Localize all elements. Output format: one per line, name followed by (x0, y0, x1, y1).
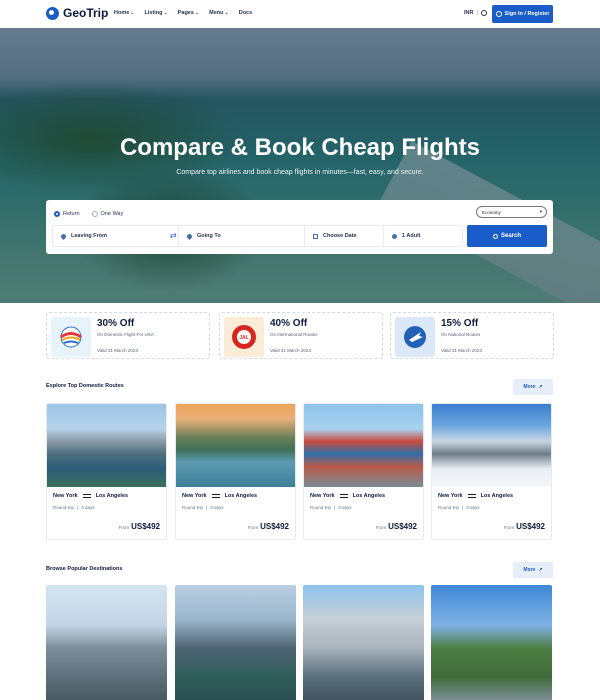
trip-oneway-radio[interactable]: One Way (91, 211, 123, 217)
cabin-class-select[interactable]: Economy ▾ (476, 206, 547, 218)
location-pin-icon (185, 232, 194, 240)
plane-globe-logo-icon (51, 317, 91, 357)
canal-town-image (176, 404, 295, 487)
globe-icon (481, 10, 488, 16)
main-menu: Home ⌄ Listing ⌄ Pages ⌄ Menu ⌄ Docs (114, 10, 252, 16)
route-arrow-icon (211, 494, 220, 498)
signin-button[interactable]: Sign In / Register (492, 5, 553, 23)
destination-city-image[interactable] (46, 585, 167, 700)
trip-type: Return One Way (54, 211, 123, 217)
route-card[interactable]: New York Los Angeles Round-trip | 3 days Fr… (175, 403, 296, 540)
logo-text: GeoTrip (63, 6, 109, 20)
offer-title: 40% Off (270, 318, 308, 329)
snowy-mountain-image (432, 404, 551, 487)
travellers-field[interactable]: 1 Adult (383, 225, 463, 247)
menu-listing[interactable]: Listing ⌄ (144, 10, 167, 16)
swap-icon[interactable]: ⇄ (170, 231, 177, 240)
hero-subtitle: Compare top airlines and book cheap flig… (176, 169, 424, 176)
person-icon (392, 233, 397, 239)
chevron-down-icon: ⌄ (224, 10, 229, 16)
routes-section-title: Explore Top Domestic Routes (46, 383, 124, 389)
route-card[interactable]: New York Los Angeles Round-trip | 3 days Fr… (431, 403, 552, 540)
menu-pages[interactable]: Pages ⌄ (178, 10, 199, 16)
offer-card[interactable]: JAL 40% Off On International Routes Vali… (219, 312, 383, 359)
logo[interactable]: GeoTrip (46, 6, 108, 20)
offer-desc: On Domestic Flight For USA (97, 332, 154, 337)
offer-card[interactable]: 15% Off On National Routes Valid 31 Marc… (390, 312, 554, 359)
menu-docs[interactable]: Docs (239, 10, 252, 16)
trend-arrow-icon: ↗ (538, 567, 543, 573)
chevron-down-icon: ▾ (539, 209, 542, 214)
offer-card[interactable]: 30% Off On Domestic Flight For USA Valid… (46, 312, 210, 359)
airline-logo-icon (395, 317, 435, 357)
offer-valid: Valid 31 March 2023 (441, 348, 482, 353)
offer-valid: Valid 31 March 2023 (270, 348, 311, 353)
offer-desc: On National Routes (441, 332, 481, 337)
search-icon (492, 233, 498, 239)
route-arrow-icon (82, 494, 91, 498)
chevron-down-icon: ⌄ (163, 10, 168, 16)
menu-home[interactable]: Home ⌄ (114, 10, 134, 16)
hero: Compare & Book Cheap Flights Compare top… (0, 28, 600, 303)
destination-skyscrapers-image[interactable] (303, 585, 424, 700)
top-nav: GeoTrip Home ⌄ Listing ⌄ Pages ⌄ Menu ⌄ Docs… (0, 0, 600, 28)
svg-text:JAL: JAL (239, 335, 248, 341)
radio-icon (91, 211, 98, 217)
jal-logo-icon: JAL (224, 317, 264, 357)
city-bridge-image (47, 404, 166, 487)
calendar-icon (313, 233, 318, 239)
temple-traveler-image (304, 404, 423, 487)
hero-title: Compare & Book Cheap Flights (119, 134, 481, 161)
trend-arrow-icon: ↗ (538, 384, 543, 390)
route-card[interactable]: New York Los Angeles Round-trip | 3 days Fr… (46, 403, 167, 540)
trip-return-radio[interactable]: Return (54, 211, 80, 217)
route-arrow-icon (339, 494, 348, 498)
destination-palm-image[interactable] (431, 585, 552, 700)
chevron-down-icon: ⌄ (130, 10, 135, 16)
destinations-more-button[interactable]: More ↗ (513, 562, 553, 578)
offer-desc: On International Routes (270, 332, 318, 337)
menu-menu[interactable]: Menu ⌄ (209, 10, 229, 16)
destination-harbor-image[interactable] (175, 585, 296, 700)
radio-checked-icon (54, 211, 60, 217)
flight-search-form: Return One Way Economy ▾ Leaving From ⇄ … (46, 200, 553, 254)
offer-title: 30% Off (97, 318, 135, 329)
route-arrow-icon (467, 494, 476, 498)
logo-icon (46, 6, 59, 20)
destinations-section-title: Browse Popular Destinations (46, 566, 123, 572)
offer-valid: Valid 31 March 2023 (97, 348, 138, 353)
user-icon (495, 11, 502, 17)
chevron-down-icon: ⌄ (194, 10, 200, 16)
location-pin-icon (59, 232, 68, 240)
currency-selector[interactable]: INR | (464, 10, 488, 16)
route-card[interactable]: New York Los Angeles Round-trip | 3 days Fr… (303, 403, 424, 540)
search-button[interactable]: Search (467, 225, 547, 247)
routes-more-button[interactable]: More ↗ (513, 379, 553, 395)
offer-title: 15% Off (441, 318, 479, 329)
